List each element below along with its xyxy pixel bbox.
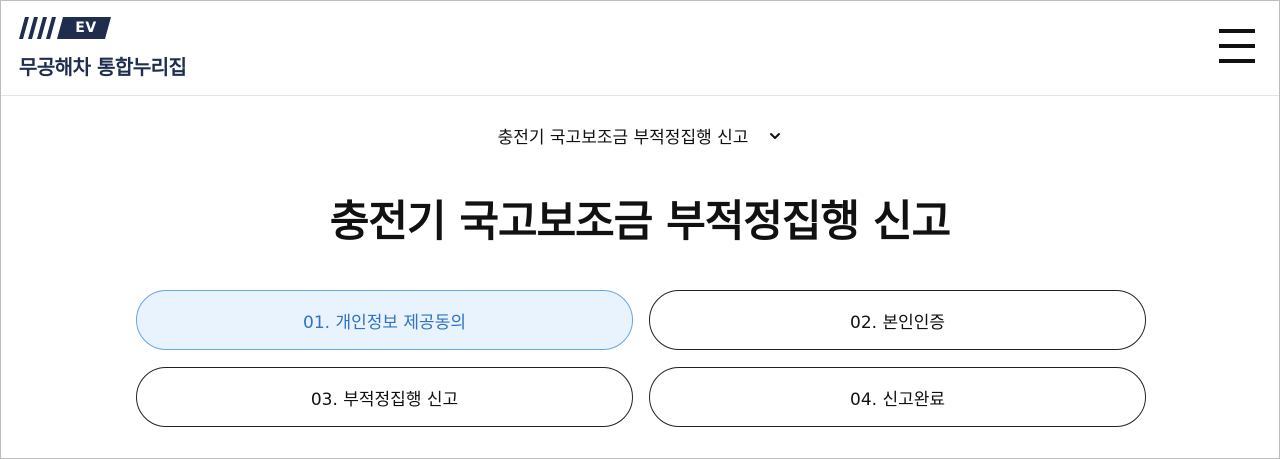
step-label: 04. 신고완료 bbox=[850, 389, 945, 410]
step-2-verification[interactable]: 02. 본인인증 bbox=[649, 290, 1146, 350]
step-navigation: 01. 개인정보 제공동의 02. 본인인증 03. 부적정집행 신고 04. … bbox=[136, 290, 1146, 430]
logo-title: 무공해차 통합누리집 bbox=[19, 55, 187, 79]
step-1-consent[interactable]: 01. 개인정보 제공동의 bbox=[136, 290, 633, 350]
step-3-report[interactable]: 03. 부적정집행 신고 bbox=[136, 367, 633, 427]
breadcrumb-label: 충전기 국고보조금 부적정집행 신고 bbox=[497, 128, 749, 148]
menu-bar bbox=[1219, 59, 1255, 63]
site-logo[interactable]: EV 무공해차 통합누리집 bbox=[19, 17, 219, 81]
page-frame: EV 무공해차 통합누리집 충전기 국고보조금 부적정집행 신고 충전기 국고보… bbox=[0, 0, 1280, 459]
step-4-complete[interactable]: 04. 신고완료 bbox=[649, 367, 1146, 427]
breadcrumb-dropdown[interactable]: 충전기 국고보조금 부적정집행 신고 bbox=[498, 123, 783, 148]
breadcrumb: 충전기 국고보조금 부적정집행 신고 bbox=[1, 123, 1279, 153]
step-label: 02. 본인인증 bbox=[850, 312, 945, 333]
step-label: 03. 부적정집행 신고 bbox=[310, 389, 459, 410]
menu-bar bbox=[1219, 44, 1255, 48]
menu-bar bbox=[1219, 29, 1255, 33]
hamburger-menu-icon[interactable] bbox=[1219, 29, 1255, 63]
logo-badge: EV bbox=[75, 20, 97, 36]
step-label: 01. 개인정보 제공동의 bbox=[303, 312, 466, 333]
site-header: EV 무공해차 통합누리집 bbox=[1, 1, 1279, 96]
page-title: 충전기 국고보조금 부적정집행 신고 bbox=[329, 197, 951, 247]
chevron-down-icon bbox=[770, 132, 781, 139]
